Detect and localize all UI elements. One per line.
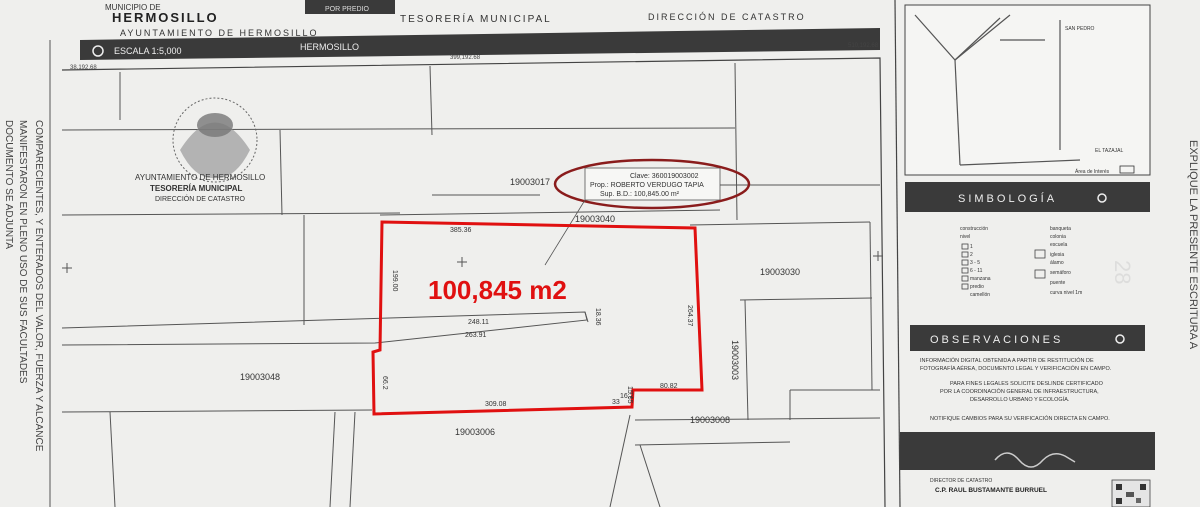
left-margin-col2: MANIFESTARON EN PLENO USO DE SUS FACULTA…	[17, 120, 28, 384]
legend-banqueta: banqueta	[1050, 226, 1071, 232]
dim-small-a: 33	[612, 399, 620, 406]
svg-text:FOTOGRAFÍA AÉREA, DOCUMENTO LE: FOTOGRAFÍA AÉREA, DOCUMENTO LEGAL Y VERI…	[920, 365, 1112, 372]
legend-construccion: construcción	[960, 226, 988, 232]
legend-alamo: álamo	[1050, 260, 1064, 266]
simbologia-title: SIMBOLOGÍA	[958, 192, 1057, 205]
parcel-19003048: 19003048	[240, 372, 280, 382]
cadastral-map-sheet: COMPARECIENTES, Y ENTERADOS DEL VALOR, F…	[0, 0, 1200, 507]
legend-2: 2	[970, 252, 973, 258]
observaciones-title: OBSERVACIONES	[930, 334, 1063, 346]
coord-mid: 399,192.68	[450, 55, 481, 61]
loc-el-tazajal: EL TAZAJAL	[1095, 148, 1123, 154]
qr-code-icon	[1111, 479, 1151, 507]
seal-line1: AYUNTAMIENTO DE HERMOSILLO	[135, 173, 265, 182]
legend-colonia: colonia	[1050, 234, 1066, 240]
dim-right: 264.37	[686, 305, 693, 327]
legend-curva-nivel: curva nivel 1m	[1050, 290, 1082, 296]
parcel-19003003: 19003003	[730, 340, 740, 380]
scale-label: ESCALA 1:5,000	[114, 46, 182, 56]
parcel-19003008: 19003008	[690, 415, 730, 425]
legend-1: 1	[970, 244, 973, 250]
dim-left-low: 66.2	[381, 376, 388, 390]
dim-step-h: 80.82	[660, 383, 678, 390]
legend-camellon: camellón	[970, 292, 990, 298]
coord-right: 510,192.68	[848, 43, 879, 49]
legend-iglesia: iglesia	[1050, 252, 1064, 258]
header-direccion: DIRECCIÓN DE CATASTRO	[648, 12, 806, 22]
dim-road-bottom: 263.91	[465, 332, 487, 339]
seal-line2: TESORERÍA MUNICIPAL	[150, 184, 243, 193]
info-prop: Prop.: ROBERTO VERDUGO TAPIA	[590, 182, 704, 189]
legend-6-11: 6 - 11	[970, 268, 983, 274]
loc-area-interes: Área de Interés	[1075, 168, 1110, 175]
svg-text:INFORMACIÓN DIGITAL OBTENIDA A: INFORMACIÓN DIGITAL OBTENIDA A PARTIR DE…	[920, 357, 1094, 364]
header-tesoreria: TESORERÍA MUNICIPAL	[400, 12, 552, 25]
dim-left: 199.00	[391, 270, 398, 292]
parcel-19003017: 19003017	[510, 177, 550, 187]
legend-3-5: 3 - 5	[970, 260, 980, 266]
right-margin-text: EXPLIQUE LA PRESENTE ESCRITURA A	[1187, 140, 1199, 350]
left-margin-col1: COMPARECIENTES, Y ENTERADOS DEL VALOR, F…	[33, 120, 44, 452]
legend-predio: predio	[970, 284, 984, 290]
dim-small-b: 16.2	[620, 393, 634, 400]
svg-text:DESARROLLO URBANO Y ECOLOGÍA.: DESARROLLO URBANO Y ECOLOGÍA.	[970, 396, 1070, 403]
director-title: DIRECTOR DE CATASTRO	[930, 478, 992, 484]
left-margin-col3: DOCUMENTO SE ADJUNTA	[3, 120, 14, 249]
parcel-19003040: 19003040	[575, 214, 615, 224]
info-clave: Clave: 360019003002	[630, 173, 699, 180]
seal-line3: DIRECCIÓN DE CATASTRO	[155, 194, 246, 203]
parcel-19003030: 19003030	[760, 267, 800, 277]
info-sup: Sup. B.D.: 100,845.00 m²	[600, 191, 680, 198]
legend-puente: puente	[1050, 280, 1066, 286]
header-city: HERMOSILLO	[112, 10, 219, 25]
director-name: C.P. RAUL BUSTAMANTE BURRUEL	[935, 487, 1047, 494]
dim-road-top: 248.11	[468, 319, 489, 326]
dim-top: 385.36	[450, 227, 472, 234]
svg-text:POR LA COORDINACIÓN GENERAL DE: POR LA COORDINACIÓN GENERAL DE INFRAESTR…	[940, 388, 1099, 395]
dim-bottom: 309.08	[485, 401, 507, 408]
svg-text:PARA FINES LEGALES SOLICITE DE: PARA FINES LEGALES SOLICITE DESLINDE CER…	[950, 381, 1104, 387]
parcel-19003006: 19003006	[455, 427, 495, 437]
legend-nivel: nivel	[960, 234, 970, 240]
header-ayuntamiento: AYUNTAMIENTO DE HERMOSILLO	[120, 28, 319, 38]
signature-band	[900, 432, 1155, 470]
svg-text:28: 28	[1110, 260, 1135, 284]
por-predio: POR PREDIO	[325, 6, 370, 13]
legend-escuela: escuela	[1050, 242, 1067, 248]
legend-semaforo: semáforo	[1050, 270, 1071, 276]
loc-san-pedro: SAN PEDRO	[1065, 26, 1095, 32]
area-label: 100,845 m2	[428, 275, 567, 305]
svg-text:NOTIFIQUE CAMBIOS PARA SU VERI: NOTIFIQUE CAMBIOS PARA SU VERIFICACIÓN D…	[930, 415, 1110, 422]
legend-manzana: manzana	[970, 276, 991, 282]
dim-road-end: 18.36	[594, 308, 601, 326]
band-city: HERMOSILLO	[300, 42, 359, 52]
